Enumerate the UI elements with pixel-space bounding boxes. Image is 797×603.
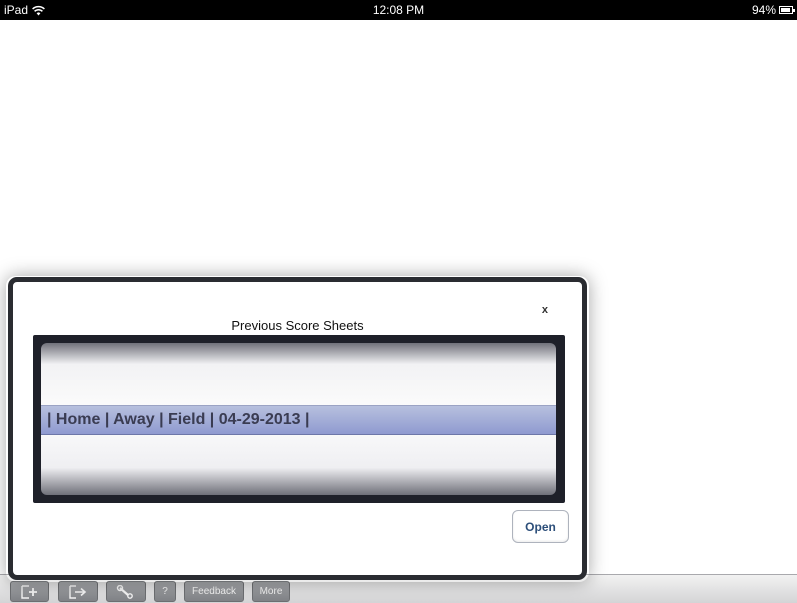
status-bar-right: 94% [751,3,795,17]
new-document-plus-icon [20,584,37,599]
picker-selected-row[interactable]: | Home | Away | Field | 04-29-2013 | [41,405,556,435]
wifi-icon [32,5,45,15]
help-label: ? [162,586,168,597]
status-bar: iPad 12:08 PM 94% [0,0,797,20]
close-button[interactable]: x [542,304,548,316]
export-arrow-icon [69,584,87,599]
export-button[interactable] [58,581,98,602]
feedback-label: Feedback [192,586,236,597]
new-sheet-button[interactable] [10,581,49,602]
more-button[interactable]: More [252,581,290,602]
dialog-title: Previous Score Sheets [231,318,364,333]
help-button[interactable]: ? [154,581,176,602]
status-time: 12:08 PM [372,3,425,17]
wrench-icon [116,584,133,599]
battery-icon [779,6,795,14]
score-sheet-picker[interactable]: | Home | Away | Field | 04-29-2013 | [33,335,565,503]
status-bar-left: iPad [4,3,45,17]
battery-percent: 94% [751,3,776,17]
feedback-button[interactable]: Feedback [184,581,244,602]
previous-score-sheets-dialog: Previous Score Sheets x | Home | Away | … [8,277,587,580]
open-button[interactable]: Open [512,510,569,543]
settings-button[interactable] [106,581,146,602]
picker-wheel[interactable]: | Home | Away | Field | 04-29-2013 | [41,343,556,495]
device-label: iPad [4,3,29,17]
more-label: More [259,586,283,597]
